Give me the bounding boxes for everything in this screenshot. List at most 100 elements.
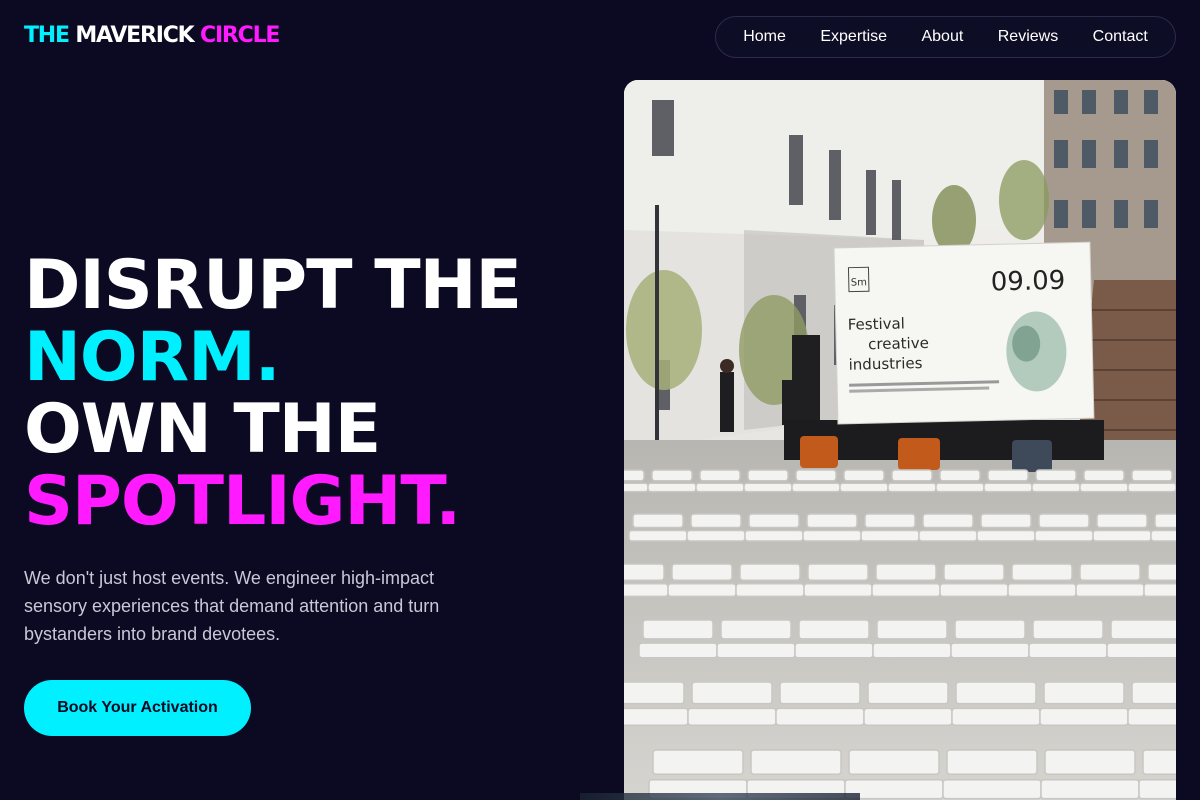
chair-seat: [735, 583, 805, 598]
chair-back: [1142, 749, 1176, 776]
chair-back: [651, 469, 693, 482]
chair-back: [848, 749, 940, 776]
chair-back: [1038, 513, 1090, 529]
chair-back: [980, 513, 1032, 529]
chair-seat: [716, 642, 796, 659]
chair-seat: [935, 482, 985, 493]
chair-seat: [743, 482, 793, 493]
chair-back: [1110, 619, 1176, 640]
chair-seat: [1079, 482, 1129, 493]
screen-title-line-2: creative: [868, 334, 929, 353]
chair-seat: [976, 529, 1036, 542]
nav-link-about[interactable]: About: [921, 28, 963, 46]
chair-seat: [1040, 778, 1140, 800]
chair-back: [987, 469, 1029, 482]
chair-back: [699, 469, 741, 482]
chair-back: [943, 563, 1005, 581]
chair-seat: [1039, 707, 1129, 726]
nav-link-reviews[interactable]: Reviews: [998, 28, 1058, 46]
hero-headline: DISRUPT THE NORM. OWN THE SPOTLIGHT.: [24, 250, 522, 541]
chair-back: [691, 681, 773, 705]
chair-back: [864, 513, 916, 529]
chair-back: [652, 749, 744, 776]
chair-back: [1035, 469, 1077, 482]
chair-back: [671, 563, 733, 581]
chair-back: [891, 469, 933, 482]
chair-back: [1131, 681, 1176, 705]
chair-back: [876, 619, 948, 640]
chair-seat: [1007, 583, 1077, 598]
nav-link-expertise[interactable]: Expertise: [820, 28, 887, 46]
chair-back: [807, 563, 869, 581]
chair-back: [779, 681, 861, 705]
chair-seat: [791, 482, 841, 493]
chair-seat: [939, 583, 1009, 598]
book-activation-button[interactable]: Book Your Activation: [24, 680, 251, 736]
chair-back: [632, 513, 684, 529]
brand-logo-part-2: MAVERICK: [75, 23, 194, 48]
brand-logo-part-1: THE: [24, 23, 70, 48]
chair-back: [1043, 681, 1125, 705]
chair-back: [748, 513, 800, 529]
hero-subtitle: We don't just host events. We engineer h…: [24, 568, 440, 644]
chair-seat: [802, 529, 862, 542]
chair-seat: [687, 707, 777, 726]
chair-back: [875, 563, 937, 581]
chair-back: [1147, 563, 1176, 581]
chair-back: [1131, 469, 1173, 482]
chair-seat: [887, 482, 937, 493]
chair-back: [843, 469, 885, 482]
chair-seat: [1138, 778, 1176, 800]
chair-back: [1154, 513, 1176, 529]
chair-back: [739, 563, 801, 581]
chair-seat: [1031, 482, 1081, 493]
chair-seat: [624, 482, 649, 493]
chair-back: [1044, 749, 1136, 776]
chair-seat: [950, 642, 1030, 659]
chair-back: [1079, 563, 1141, 581]
chair-seat: [667, 583, 737, 598]
chair-seat: [803, 583, 873, 598]
chair-back: [1011, 563, 1073, 581]
chair-back: [1032, 619, 1104, 640]
chair-back: [922, 513, 974, 529]
chair-back: [867, 681, 949, 705]
chair-seat: [1028, 642, 1108, 659]
next-section-preview-strip: [580, 793, 860, 800]
nav-link-home[interactable]: Home: [743, 28, 786, 46]
chair-seat: [638, 642, 718, 659]
chair-seat: [872, 642, 952, 659]
chair-seat: [951, 707, 1041, 726]
chair-seat: [863, 707, 953, 726]
chair-back: [946, 749, 1038, 776]
chair-seat: [686, 529, 746, 542]
screen-title-line-3: industries: [848, 354, 922, 374]
chair-seat: [1034, 529, 1094, 542]
chair-seat: [1075, 583, 1145, 598]
chair-seat: [839, 482, 889, 493]
chair-back: [642, 619, 714, 640]
chair-seat: [647, 482, 697, 493]
chair-back: [624, 681, 685, 705]
chair-seat: [918, 529, 978, 542]
chair-back: [954, 619, 1026, 640]
chair-seat: [1092, 529, 1152, 542]
chair-back: [795, 469, 837, 482]
chair-back: [798, 619, 870, 640]
hero-headline-line-4: SPOTLIGHT.: [24, 462, 461, 541]
brand-logo-part-3: CIRCLE: [200, 23, 280, 48]
chair-seat: [624, 583, 669, 598]
chair-seat: [1150, 529, 1176, 542]
chair-back: [955, 681, 1037, 705]
nav-link-contact[interactable]: Contact: [1093, 28, 1148, 46]
chair-seat: [695, 482, 745, 493]
brand-logo[interactable]: THE MAVERICK CIRCLE: [24, 22, 280, 50]
hero-headline-line-3: OWN THE: [24, 390, 381, 469]
chair-seat: [775, 707, 865, 726]
chair-seat: [1106, 642, 1176, 659]
chair-back: [1096, 513, 1148, 529]
chair-seat: [860, 529, 920, 542]
chair-back: [939, 469, 981, 482]
chair-back: [690, 513, 742, 529]
chair-seat: [794, 642, 874, 659]
